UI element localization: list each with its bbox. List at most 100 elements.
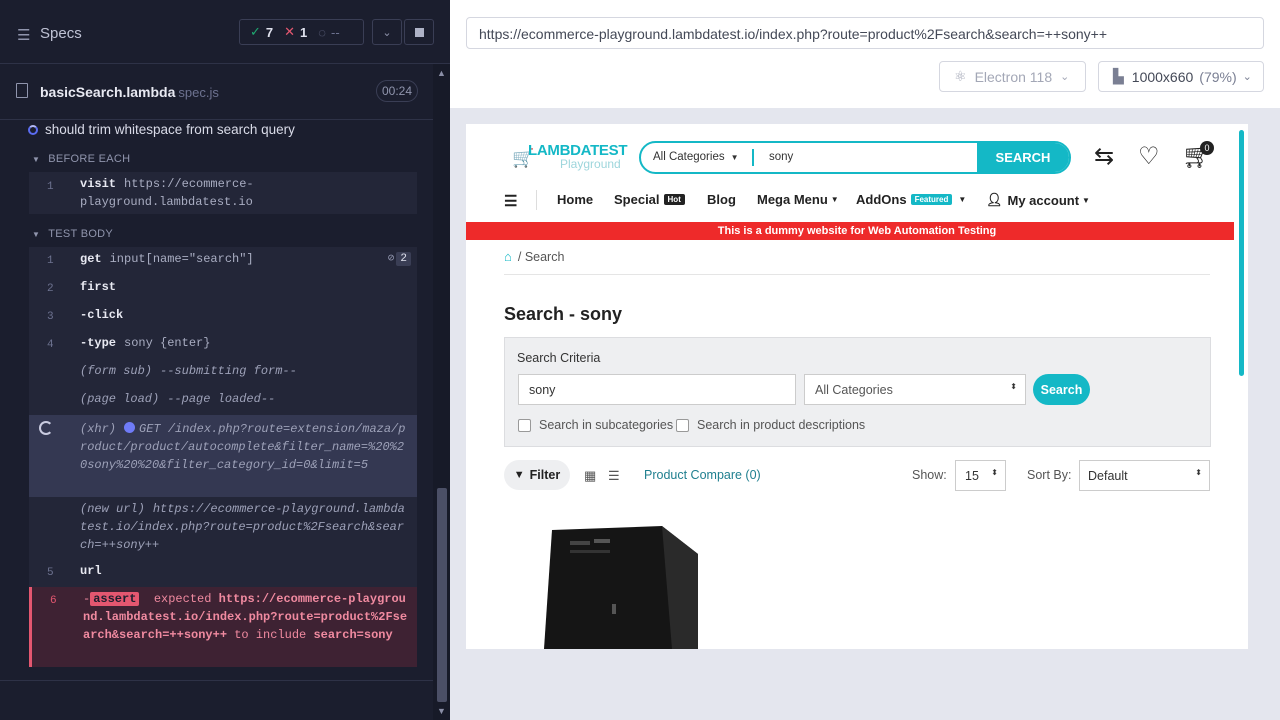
event-xhr[interactable]: (xhr) GET /index.php?route=extension/maza… xyxy=(29,415,417,497)
select-arrows-icon: ⬍ xyxy=(1010,382,1017,391)
dummy-site-banner: This is a dummy website for Web Automati… xyxy=(466,222,1248,240)
command-visit[interactable]: 1 visit https://ecommerce-playground.lamb… xyxy=(29,172,417,214)
command-assert-failed[interactable]: 6 - assert expected https://ecommerce-pla… xyxy=(29,587,417,667)
select-arrows-icon: ⬍ xyxy=(991,468,998,477)
specs-label[interactable]: Specs xyxy=(40,25,82,42)
event-message: --submitting form-- xyxy=(160,364,297,378)
sort-select[interactable]: Default ⬍ xyxy=(1079,460,1210,491)
chevron-down-icon: ⌄ xyxy=(1060,71,1070,83)
before-each-hook[interactable]: ▼ BEFORE EACH xyxy=(32,153,130,165)
scroll-down-icon[interactable]: ▼ xyxy=(437,706,446,716)
viewport-size: 1000x660 xyxy=(1131,68,1194,85)
page-scrollbar[interactable] xyxy=(1234,124,1248,649)
spec-file-ext: spec.js xyxy=(178,85,219,100)
scrollbar-thumb[interactable] xyxy=(437,488,447,702)
command-number: 1 xyxy=(47,255,54,267)
test-title[interactable]: should trim whitespace from search query xyxy=(28,122,418,142)
stop-button[interactable] xyxy=(404,19,434,45)
search-button[interactable]: SEARCH xyxy=(977,143,1069,172)
command-name: -type xyxy=(80,336,117,350)
spec-file-header[interactable]: basicSearch.lambda spec.js 00:24 xyxy=(16,78,418,106)
checkbox[interactable] xyxy=(676,418,689,432)
filter-button[interactable]: ▼ Filter xyxy=(504,460,570,490)
failed-icon: ✕ xyxy=(284,24,296,39)
nav-my-account[interactable]: 👤︎ My account ▼ xyxy=(986,192,1090,208)
nav-blog[interactable]: Blog xyxy=(707,192,736,207)
command-name: -click xyxy=(80,308,124,322)
site-logo[interactable]: 🛒 LAMBDATEST Playground xyxy=(512,142,632,182)
nav-account-label: My account xyxy=(1007,192,1080,208)
caret-down-icon: ▼ xyxy=(958,195,967,204)
divider xyxy=(0,119,433,120)
divider xyxy=(0,680,433,681)
command-number: 5 xyxy=(47,567,54,579)
featured-tag: Featured xyxy=(910,194,953,205)
filter-label: Filter xyxy=(529,468,561,482)
specs-menu-icon[interactable]: ☰ xyxy=(17,26,30,44)
hamburger-menu-icon[interactable]: ☰ xyxy=(504,192,517,210)
caret-down-icon: ▼ xyxy=(32,155,41,164)
command-number: 2 xyxy=(47,283,54,295)
command-type[interactable]: 4 -type sony {enter} xyxy=(29,331,417,359)
url-bar[interactable]: https://ecommerce-playground.lambdatest.… xyxy=(466,17,1264,49)
nav-mega-menu-label: Mega Menu xyxy=(757,192,828,207)
spec-file-basename: basicSearch.lambda xyxy=(40,84,176,100)
nav-mega-menu[interactable]: Mega Menu ▼ xyxy=(757,192,839,207)
subcategories-checkbox[interactable]: Search in subcategories xyxy=(518,418,673,432)
nav-special[interactable]: Special Hot xyxy=(614,192,685,207)
event-new-url[interactable]: (new url) https://ecommerce-playground.la… xyxy=(29,497,417,559)
wishlist-heart-icon[interactable]: ♡ xyxy=(1138,142,1160,171)
command-url[interactable]: 5 url xyxy=(29,559,417,587)
main-nav: ☰ Home Special Hot Blog Mega Menu ▼ AddOns… xyxy=(504,188,1204,214)
product-compare-link[interactable]: Product Compare (0) xyxy=(644,468,761,482)
checkbox[interactable] xyxy=(518,418,531,432)
browser-selector[interactable]: ⚛ Electron 118 ⌄ xyxy=(939,61,1086,92)
options-dropdown-button[interactable]: ⌄ xyxy=(372,19,402,45)
pending-spinner-icon xyxy=(39,421,53,435)
grid-view-icon[interactable]: ▦ xyxy=(584,468,596,484)
criteria-category-select[interactable]: All Categories ⬍ xyxy=(804,374,1026,405)
checkbox-label: Search in product descriptions xyxy=(697,418,866,432)
browser-name: Electron 118 xyxy=(974,68,1053,85)
event-page-load[interactable]: (page load) --page loaded-- xyxy=(29,387,417,415)
runner-header: ☰ Specs ✓ 7 ✕ 1 ◌ -- ⌄ xyxy=(0,0,450,64)
criteria-search-button[interactable]: Search xyxy=(1033,374,1090,405)
hidden-count: 2 xyxy=(396,252,411,266)
nav-home[interactable]: Home xyxy=(557,192,593,207)
command-number: 3 xyxy=(47,311,54,323)
command-click[interactable]: 3 -click xyxy=(29,303,417,331)
command-get[interactable]: 1 get input[name="search"] ⊘ 2 xyxy=(29,247,417,275)
breadcrumb: ⌂ / Search xyxy=(504,249,565,264)
ruler-icon: ▙ xyxy=(1113,68,1124,84)
command-first[interactable]: 2 first xyxy=(29,275,417,303)
scroll-up-icon[interactable]: ▲ xyxy=(437,68,446,78)
show-limit-select[interactable]: 15 ⬍ xyxy=(955,460,1006,491)
command-number: 4 xyxy=(47,339,54,351)
product-image[interactable] xyxy=(542,524,698,649)
passed-count: 7 xyxy=(265,24,274,40)
list-view-icon[interactable]: ☰ xyxy=(608,468,620,484)
criteria-search-input[interactable]: sony xyxy=(518,374,796,405)
nav-addons[interactable]: AddOns Featured ▼ xyxy=(856,192,966,207)
home-icon[interactable]: ⌂ xyxy=(504,249,512,264)
category-dropdown[interactable]: All Categories ▼ xyxy=(653,151,739,163)
compare-icon[interactable]: ⇆ xyxy=(1094,142,1114,171)
show-limit-value: 15 xyxy=(965,469,979,483)
nav-addons-label: AddOns xyxy=(856,192,907,207)
test-body-hook[interactable]: ▼ TEST BODY xyxy=(32,228,113,240)
search-criteria-box: Search Criteria sony All Categories ⬍ Sea… xyxy=(504,337,1211,447)
sort-label: Sort By: xyxy=(1027,468,1072,482)
viewport-info[interactable]: ▙ 1000x660 (79%) ⌄ xyxy=(1098,61,1264,92)
pending-icon: ◌ xyxy=(318,24,327,40)
scrollbar-thumb[interactable] xyxy=(1239,130,1244,376)
aut-iframe[interactable]: 🛒 LAMBDATEST Playground All Categories ▼ … xyxy=(466,124,1248,649)
event-name: (page load) xyxy=(80,392,160,406)
descriptions-checkbox[interactable]: Search in product descriptions xyxy=(676,418,865,432)
event-form-sub[interactable]: (form sub) --submitting form-- xyxy=(29,359,417,387)
search-input[interactable]: sony xyxy=(769,151,793,163)
file-icon xyxy=(16,83,28,98)
assert-badge: assert xyxy=(90,592,140,606)
close-icon[interactable]: ⌃ xyxy=(1218,124,1228,132)
page-title: Search - sony xyxy=(504,304,623,324)
eye-slash-icon: ⊘ xyxy=(387,253,395,265)
